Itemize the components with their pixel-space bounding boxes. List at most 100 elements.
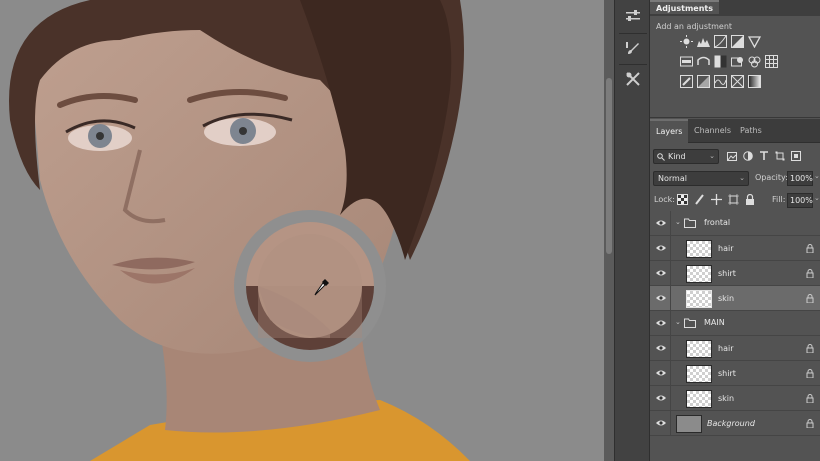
brush-icon	[626, 42, 639, 54]
right-pupil	[239, 127, 247, 135]
visibility-eye-icon[interactable]	[656, 219, 666, 227]
tool-presets-button[interactable]	[619, 66, 647, 92]
blend-mode-select[interactable]: Normal ⌄	[653, 171, 749, 186]
layer-thumbnail	[686, 390, 712, 408]
scrollbar-thumb[interactable]	[606, 78, 612, 254]
lock-image-pixels-icon[interactable]	[693, 193, 705, 205]
chevron-down-icon[interactable]: ⌄	[814, 194, 820, 202]
color-balance-icon[interactable]	[697, 55, 710, 68]
layer-thumbnail	[686, 365, 712, 383]
levels-icon[interactable]	[697, 35, 710, 48]
layer-row[interactable]: hair	[650, 336, 820, 361]
chevron-down-icon: ⌄	[709, 152, 715, 160]
layer-name: shirt	[718, 269, 736, 278]
chevron-down-icon: ⌄	[739, 174, 745, 182]
layer-row-selected[interactable]: skin	[650, 286, 820, 311]
visibility-eye-icon[interactable]	[656, 244, 666, 252]
adjustments-tab[interactable]: Adjustments	[650, 0, 719, 14]
lock-icon	[806, 419, 814, 428]
adjustments-panel-button[interactable]	[619, 4, 647, 30]
layer-name: MAIN	[704, 318, 725, 327]
lock-icon	[806, 269, 814, 278]
layer-row-background[interactable]: Background	[650, 411, 820, 436]
brush-settings-button[interactable]	[619, 36, 647, 62]
lock-all-icon[interactable]	[744, 193, 756, 205]
brightness-contrast-icon[interactable]	[680, 35, 693, 48]
layer-thumbnail	[686, 265, 712, 283]
adjustments-panel: Adjustments Add an adjustment	[650, 0, 820, 118]
adjustment-row-1	[680, 35, 761, 48]
black-white-icon[interactable]	[714, 55, 727, 68]
visibility-eye-icon[interactable]	[656, 269, 666, 277]
lock-artboard-icon[interactable]	[727, 193, 739, 205]
lock-icon	[806, 394, 814, 403]
curves-icon[interactable]	[714, 35, 727, 48]
lock-position-icon[interactable]	[710, 193, 722, 205]
visibility-eye-icon[interactable]	[656, 394, 666, 402]
blend-mode-value: Normal	[658, 174, 687, 183]
fill-label: Fill:	[772, 195, 786, 204]
layer-thumbnail	[686, 240, 712, 258]
lock-icon	[806, 244, 814, 253]
layer-group-main[interactable]: ⌄ MAIN	[650, 311, 820, 336]
fill-input[interactable]: 100%	[787, 193, 813, 208]
layer-filter-kind-select[interactable]: Kind ⌄	[653, 149, 719, 164]
layer-row[interactable]: shirt	[650, 361, 820, 386]
canvas-vertical-scrollbar[interactable]	[604, 0, 614, 461]
eyedropper-cursor-icon	[314, 279, 329, 296]
tab-paths[interactable]: Paths	[734, 119, 768, 143]
layer-filter-icons	[726, 150, 801, 162]
visibility-eye-icon[interactable]	[656, 344, 666, 352]
adjustment-row-2	[680, 55, 778, 68]
layer-row[interactable]: skin	[650, 386, 820, 411]
shape-layer-filter-icon[interactable]	[774, 150, 785, 162]
visibility-eye-icon[interactable]	[656, 419, 666, 427]
layer-thumbnail	[676, 415, 702, 433]
chevron-down-icon[interactable]: ⌄	[675, 318, 681, 326]
lock-label: Lock:	[654, 195, 675, 204]
gradient-map-icon[interactable]	[748, 75, 761, 88]
lock-transparent-pixels-icon[interactable]	[676, 193, 688, 205]
chevron-down-icon[interactable]: ⌄	[814, 172, 820, 180]
layers-tabbar: Layers Channels Paths	[650, 119, 820, 143]
layer-group-frontal[interactable]: ⌄ frontal	[650, 211, 820, 236]
posterize-icon[interactable]	[697, 75, 710, 88]
layer-thumbnail	[686, 290, 712, 308]
opacity-label: Opacity:	[755, 173, 788, 182]
sliders-icon	[626, 10, 640, 21]
layer-list: ⌄ frontal hair shirt skin ⌄ MAIN hair sh…	[650, 211, 820, 436]
folder-icon	[684, 218, 696, 228]
photo-filter-icon[interactable]	[731, 55, 744, 68]
layer-name: hair	[718, 344, 734, 353]
pixel-layer-filter-icon[interactable]	[726, 150, 737, 162]
document-canvas[interactable]	[0, 0, 604, 461]
hue-saturation-icon[interactable]	[680, 55, 693, 68]
layer-name: frontal	[704, 218, 731, 227]
layer-thumbnail	[686, 340, 712, 358]
smart-object-filter-icon[interactable]	[790, 150, 801, 162]
visibility-eye-icon[interactable]	[656, 319, 666, 327]
exposure-icon[interactable]	[731, 35, 744, 48]
layer-row[interactable]: hair	[650, 236, 820, 261]
invert-icon[interactable]	[680, 75, 693, 88]
tab-layers[interactable]: Layers	[650, 119, 689, 143]
layer-row[interactable]: shirt	[650, 261, 820, 286]
chevron-down-icon[interactable]: ⌄	[675, 218, 681, 226]
eyedropper-color-loupe	[234, 210, 386, 362]
adjustment-row-3	[680, 75, 761, 88]
lock-icon	[806, 344, 814, 353]
vibrance-icon[interactable]	[748, 35, 761, 48]
layer-name: skin	[718, 294, 735, 303]
adjustments-subtitle: Add an adjustment	[656, 22, 733, 31]
threshold-icon[interactable]	[714, 75, 727, 88]
opacity-input[interactable]: 100%	[787, 171, 813, 186]
tab-channels[interactable]: Channels	[688, 119, 737, 143]
layers-panel: Layers Channels Paths Kind ⌄ Normal ⌄ Op…	[650, 119, 820, 461]
channel-mixer-icon[interactable]	[748, 55, 761, 68]
visibility-eye-icon[interactable]	[656, 294, 666, 302]
visibility-eye-icon[interactable]	[656, 369, 666, 377]
color-lookup-icon[interactable]	[765, 55, 778, 68]
adjustment-layer-filter-icon[interactable]	[742, 150, 753, 162]
type-layer-filter-icon[interactable]	[758, 150, 769, 162]
selective-color-icon[interactable]	[731, 75, 744, 88]
